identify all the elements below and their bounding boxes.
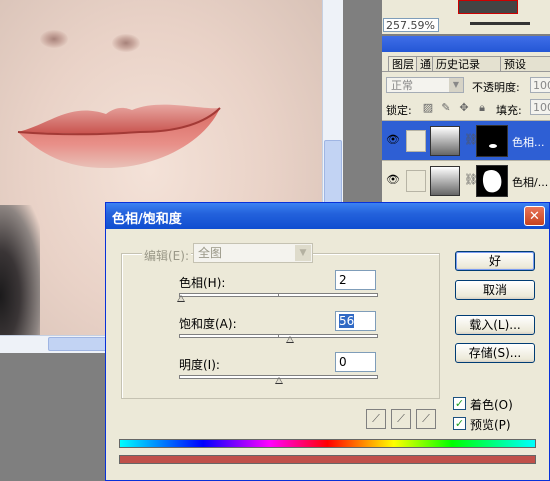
hue-slider-knob[interactable] — [176, 295, 185, 302]
color-spectrum-bar — [119, 439, 536, 448]
nostril-left — [40, 30, 68, 48]
layer-link-box[interactable] — [406, 130, 426, 152]
navigator-thumbnail[interactable] — [458, 0, 518, 14]
eye-icon[interactable]: 👁︎ — [386, 134, 400, 146]
panel-title-bar — [382, 36, 550, 52]
layer-row[interactable]: 👁︎ ⛓︎ 色相/... — [382, 160, 550, 201]
eye-icon[interactable]: 👁︎ — [386, 174, 400, 186]
lock-move-icon[interactable]: ✥ — [458, 102, 470, 114]
preview-checkbox[interactable]: ✓ — [453, 417, 466, 430]
hue-input[interactable]: 2 — [335, 270, 376, 290]
saturation-slider-knob[interactable] — [286, 336, 295, 343]
saturation-label: 饱和度(A): — [179, 317, 237, 331]
opacity-field[interactable]: 100 — [530, 77, 550, 93]
tab-presets[interactable]: 预设 — [500, 56, 550, 72]
opacity-label: 不透明度: — [472, 81, 520, 94]
saturation-center-tick — [278, 334, 279, 338]
saturation-slider-track[interactable] — [179, 334, 378, 338]
lightness-slider-knob[interactable] — [274, 377, 283, 384]
edit-range-value: 全图 — [198, 246, 223, 260]
blend-mode-value: 正常 — [391, 79, 413, 92]
layer-mask-thumbnail[interactable] — [476, 165, 508, 197]
fill-label: 填充: — [496, 104, 522, 117]
close-button[interactable]: ✕ — [524, 206, 545, 226]
adjusted-color-bar — [119, 455, 536, 464]
lock-transparency-icon[interactable]: ▨ — [422, 102, 434, 114]
lightness-input[interactable]: 0 — [335, 352, 376, 372]
blend-mode-select[interactable]: 正常 ▼ — [386, 77, 464, 93]
cancel-button[interactable]: 取消 — [455, 280, 535, 300]
lock-brush-icon[interactable]: ✎ — [440, 102, 452, 114]
layers-panel: 图层 通 历史记录 预设 正常 ▼ 不透明度: 100 锁定: ▨ ✎ ✥ 🔒︎… — [382, 52, 550, 212]
edit-range-select[interactable]: 全图 ▼ — [193, 243, 313, 263]
ok-button[interactable]: 好 — [455, 251, 535, 271]
eyedropper-plus-icon[interactable]: ⟋ — [391, 409, 411, 429]
layers-panel-tabs: 图层 通 历史记录 预设 — [382, 56, 550, 72]
lightness-label: 明度(I): — [179, 358, 220, 372]
hue-slider-track[interactable] — [179, 293, 378, 297]
saturation-input[interactable]: 56 — [335, 311, 376, 331]
lips-image — [17, 104, 221, 168]
navigator-zoom-slider[interactable] — [470, 22, 530, 25]
layer-mask-thumbnail[interactable] — [476, 125, 508, 157]
save-button[interactable]: 存储(S)... — [455, 343, 535, 363]
hue-saturation-dialog: 色相/饱和度 ✕ 编辑(E): 全图 ▼ 色相(H): 2 饱和度(A): 56… — [105, 202, 550, 481]
adjustment-layer-thumbnail — [430, 126, 460, 156]
layer-link-box[interactable] — [406, 170, 426, 192]
saturation-value: 56 — [339, 314, 355, 328]
preview-label[interactable]: 预览(P) — [470, 416, 511, 433]
hair-image — [0, 205, 40, 335]
tab-divider — [382, 71, 550, 72]
tab-history[interactable]: 历史记录 — [432, 56, 506, 72]
nostril-right — [112, 34, 140, 52]
chevron-down-icon: ▼ — [295, 245, 311, 261]
layer-name[interactable]: 色相... — [512, 134, 545, 150]
edit-label: 编辑(E): — [142, 247, 191, 264]
lock-all-icon[interactable]: 🔒︎ — [476, 102, 488, 114]
eyedropper-icon[interactable]: ⟋ — [366, 409, 386, 429]
navigator-zoom-field[interactable]: 257.59% — [383, 18, 439, 32]
colorize-checkbox[interactable]: ✓ — [453, 397, 466, 410]
layer-row[interactable]: 👁︎ ⛓︎ 色相... — [382, 120, 550, 161]
hue-label: 色相(H): — [179, 276, 226, 290]
lock-label: 锁定: — [386, 104, 412, 117]
load-button[interactable]: 载入(L)... — [455, 315, 535, 335]
eyedropper-minus-icon[interactable]: ⟋ — [416, 409, 436, 429]
fill-field[interactable]: 100 — [530, 99, 550, 115]
colorize-label[interactable]: 着色(O) — [470, 396, 513, 413]
adjustment-layer-thumbnail — [430, 166, 460, 196]
chevron-down-icon: ▼ — [449, 78, 463, 92]
hue-center-tick — [278, 293, 279, 297]
dialog-title: 色相/饱和度 — [112, 212, 182, 227]
dialog-title-bar[interactable]: 色相/饱和度 ✕ — [106, 203, 549, 229]
layer-name[interactable]: 色相/... — [512, 174, 548, 190]
